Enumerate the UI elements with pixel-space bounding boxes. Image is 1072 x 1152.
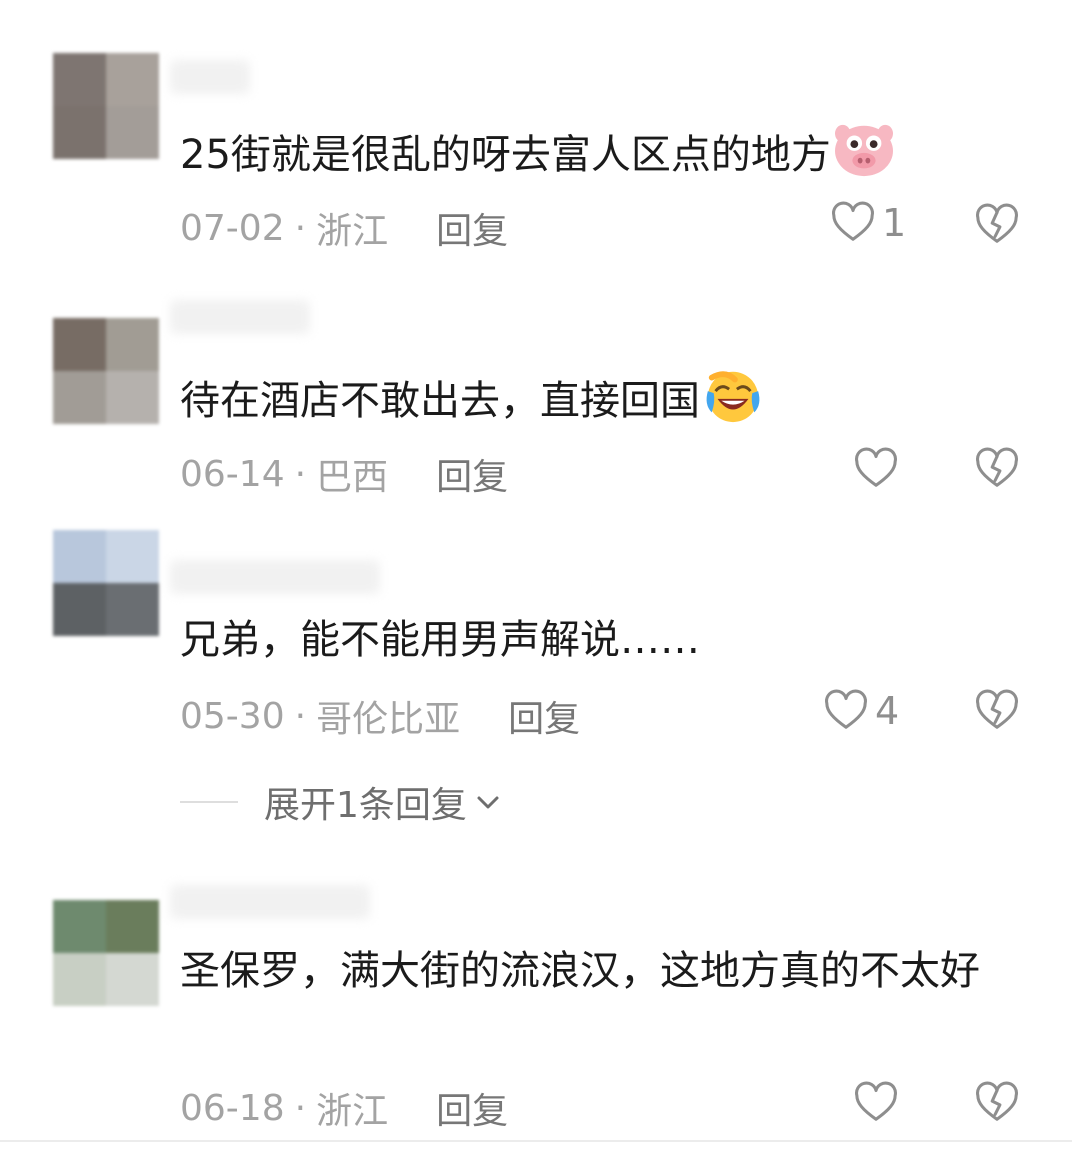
avatar-pixel xyxy=(106,530,159,583)
divider-line xyxy=(180,801,238,803)
avatar-pixel xyxy=(106,53,159,106)
pig-face-emoji-icon xyxy=(834,124,893,177)
avatar-pixel xyxy=(106,900,159,953)
comment-location: 哥伦比亚 xyxy=(316,699,461,740)
username-redacted[interactable] xyxy=(170,560,380,594)
avatar[interactable] xyxy=(53,530,159,636)
bottom-divider xyxy=(0,1140,1072,1142)
avatar-pixel xyxy=(53,583,106,636)
like-button[interactable]: 4 xyxy=(823,688,899,734)
avatar-pixel xyxy=(106,106,159,159)
username-redacted[interactable] xyxy=(170,885,370,919)
separator-dot: · xyxy=(294,695,307,737)
crying-laughing-emoji-icon xyxy=(706,371,760,423)
avatar-pixel xyxy=(106,371,159,424)
comment-meta: 06-14 · 巴西 回复 xyxy=(180,448,508,500)
heart-icon xyxy=(825,689,867,729)
like-button[interactable] xyxy=(853,1080,899,1126)
broken-heart-icon[interactable] xyxy=(974,1080,1020,1126)
username-redacted[interactable] xyxy=(170,300,310,334)
avatar-pixel xyxy=(53,53,106,106)
avatar-pixel xyxy=(53,318,106,371)
comment-location: 巴西 xyxy=(316,457,389,498)
comment-text: 兄弟，能不能用男声解说…… xyxy=(180,617,700,663)
avatar-pixel xyxy=(53,530,106,583)
comment-text: 待在酒店不敢出去，直接回国 xyxy=(180,366,1000,432)
avatar[interactable] xyxy=(53,53,159,159)
expand-replies-button[interactable]: 展开1条回复 xyxy=(180,776,503,828)
separator-dot: · xyxy=(294,1087,307,1129)
heart-icon xyxy=(855,1081,897,1121)
like-button[interactable] xyxy=(853,446,899,492)
username-redacted[interactable] xyxy=(170,60,250,94)
avatar-pixel xyxy=(53,900,106,953)
avatar[interactable] xyxy=(53,318,159,424)
like-button[interactable]: 1 xyxy=(830,200,906,246)
broken-heart-icon[interactable] xyxy=(974,446,1020,492)
avatar-pixel xyxy=(106,583,159,636)
comment-meta: 06-18 · 浙江 回复 xyxy=(180,1082,508,1134)
chevron-down-icon xyxy=(477,796,499,809)
comment-date: 06-14 xyxy=(180,453,285,495)
reply-button[interactable]: 回复 xyxy=(436,1082,508,1134)
like-count: 1 xyxy=(882,201,907,245)
comment-location: 浙江 xyxy=(316,1091,389,1132)
reply-button[interactable]: 回复 xyxy=(436,202,508,254)
broken-heart-icon[interactable] xyxy=(974,202,1020,248)
comment-meta: 05-30 · 哥伦比亚 回复 xyxy=(180,690,580,742)
comment-meta: 07-02 · 浙江 回复 xyxy=(180,202,508,254)
separator-dot: · xyxy=(294,207,307,249)
avatar-pixel xyxy=(106,318,159,371)
heart-icon xyxy=(832,201,874,241)
reply-button[interactable]: 回复 xyxy=(436,448,508,500)
avatar[interactable] xyxy=(53,900,159,1006)
avatar-pixel xyxy=(53,106,106,159)
comment-date: 05-30 xyxy=(180,695,285,737)
avatar-pixel xyxy=(53,953,106,1006)
avatar-pixel xyxy=(53,371,106,424)
reply-button[interactable]: 回复 xyxy=(508,690,580,742)
separator-dot: · xyxy=(294,453,307,495)
avatar-pixel xyxy=(106,953,159,1006)
comment-date: 07-02 xyxy=(180,207,285,249)
comment-text: 25街就是很乱的呀去富人区点的地方 xyxy=(180,120,1000,186)
heart-icon xyxy=(855,447,897,487)
comment-date: 06-18 xyxy=(180,1087,285,1129)
comment-text: 圣保罗，满大街的流浪汉，这地方真的不太好 xyxy=(180,948,980,994)
like-count: 4 xyxy=(875,689,900,733)
comment-location: 浙江 xyxy=(316,211,389,252)
expand-replies-label: 展开1条回复 xyxy=(264,785,467,826)
broken-heart-icon[interactable] xyxy=(974,688,1020,734)
